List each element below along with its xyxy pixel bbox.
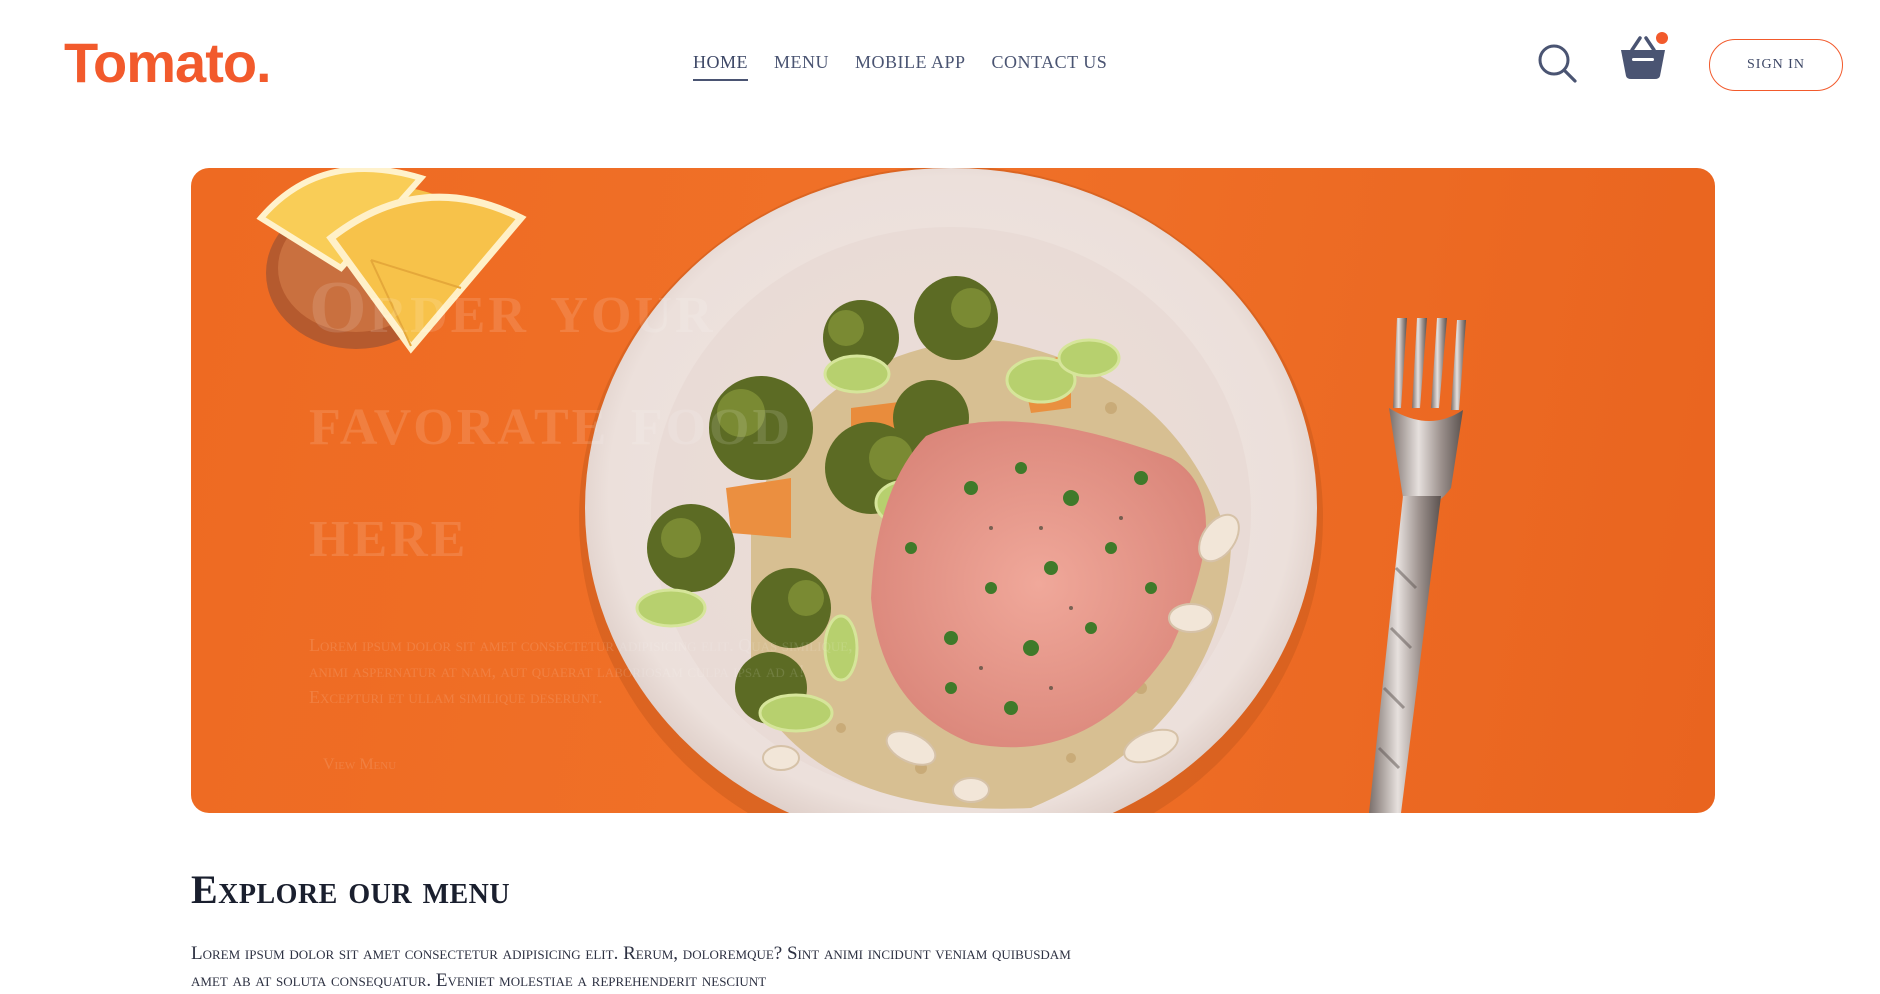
hero-title-line2: favorate food <box>309 379 794 461</box>
hero-title-line1: Order your <box>309 267 716 349</box>
nav-link-home[interactable]: home <box>693 52 748 81</box>
navbar: Tomato. home menu mobile app contact us … <box>0 0 1880 130</box>
view-menu-button[interactable]: View Menu <box>309 746 410 784</box>
hero-description: Lorem ipsum dolor sit amet consectetur a… <box>309 635 853 707</box>
search-icon[interactable] <box>1536 42 1578 84</box>
hero-title: Order your favorate food here <box>309 252 929 588</box>
nav-link-contact-us[interactable]: contact us <box>992 52 1108 81</box>
nav-links: home menu mobile app contact us <box>693 52 1107 81</box>
hero-title-line3: here <box>309 491 469 573</box>
nav-link-menu[interactable]: menu <box>774 52 829 81</box>
sign-in-button[interactable]: sign in <box>1709 39 1843 91</box>
explore-menu-title: Explore our menu <box>191 867 511 912</box>
hero-banner: Order your favorate food here Lorem ipsu… <box>191 168 1715 813</box>
logo[interactable]: Tomato. <box>64 30 272 95</box>
explore-menu-description: Lorem ipsum dolor sit amet consectetur a… <box>191 943 1071 991</box>
hero-text: Order your favorate food here Lorem ipsu… <box>309 252 929 784</box>
nav-link-mobile-app[interactable]: mobile app <box>855 52 966 81</box>
cart-notification-dot <box>1656 32 1668 44</box>
